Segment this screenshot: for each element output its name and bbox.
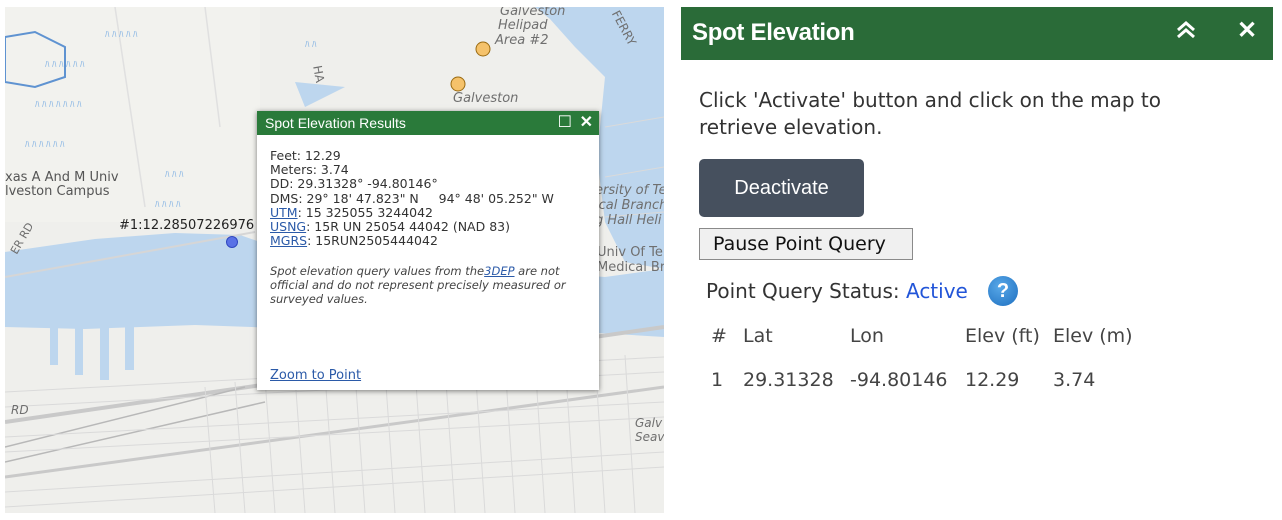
- map-label: Galveston: [453, 91, 519, 106]
- panel-header: Spot Elevation ✕: [681, 7, 1273, 60]
- column-header: Elev (m): [1053, 325, 1133, 347]
- popup-header: Spot Elevation Results ☐ ✕: [257, 111, 599, 135]
- close-icon[interactable]: ✕: [580, 111, 593, 135]
- map-label: xas A And M Univ: [5, 170, 119, 185]
- svg-text:ﾊ ﾊ ﾊ ﾊ ﾊ ﾊ ﾊ: ﾊ ﾊ ﾊ ﾊ ﾊ ﾊ ﾊ: [35, 99, 82, 109]
- mgrs-link[interactable]: MGRS: [270, 233, 307, 248]
- map-label: Helipad: [498, 18, 548, 33]
- utm-row: UTM: 15 325055 3244042: [270, 204, 587, 220]
- map-label: HA: [310, 64, 328, 84]
- svg-text:ﾊ ﾊ ﾊ ﾊ ﾊ ﾊ: ﾊ ﾊ ﾊ ﾊ ﾊ ﾊ: [25, 139, 65, 149]
- usng-value: : 15R UN 25054 44042 (NAD 83): [306, 219, 510, 235]
- popup-title: Spot Elevation Results: [265, 115, 406, 131]
- point-query-status: Point Query Status: Active: [706, 279, 968, 303]
- svg-text:ﾊ ﾊ ﾊ: ﾊ ﾊ ﾊ: [165, 169, 184, 179]
- column-header: Elev (ft): [965, 325, 1040, 347]
- utm-link[interactable]: UTM: [270, 205, 298, 220]
- maximize-icon[interactable]: ☐: [558, 111, 572, 135]
- map-view[interactable]: ﾊ ﾊ ﾊ ﾊ ﾊ ﾊ ﾊ ﾊ ﾊ ﾊ ﾊ ﾊ ﾊ ﾊ ﾊ ﾊ ﾊ ﾊ ﾊ ﾊ …: [5, 7, 664, 513]
- map-label: g Hall Heli: [595, 213, 662, 228]
- table-cell: 12.29: [965, 369, 1020, 391]
- table-cell: 3.74: [1053, 369, 1096, 391]
- column-header: Lat: [743, 325, 773, 347]
- map-label: Univ Of Te: [597, 245, 663, 260]
- svg-text:ﾊ ﾊ ﾊ ﾊ ﾊ ﾊ: ﾊ ﾊ ﾊ ﾊ ﾊ ﾊ: [45, 59, 85, 69]
- map-label: ical Branch: [595, 198, 664, 213]
- map-label: ersity of Te: [595, 183, 664, 198]
- instructions: Click 'Activate' button and click on the…: [699, 88, 1162, 139]
- point-label: #1:12.28507226976: [119, 218, 255, 233]
- close-icon[interactable]: ✕: [1237, 16, 1257, 45]
- status-value: Active: [905, 279, 968, 303]
- mgrs-row: MGRS: 15RUN2505444042: [270, 234, 587, 248]
- svg-text:ﾊ ﾊ ﾊ ﾊ ﾊ: ﾊ ﾊ ﾊ ﾊ ﾊ: [105, 29, 138, 39]
- map-label: Seav: [635, 430, 664, 444]
- map-label: lveston Campus: [5, 184, 110, 199]
- query-point-marker[interactable]: [226, 236, 238, 248]
- pause-point-query-button[interactable]: Pause Point Query: [699, 228, 913, 260]
- map-label: Area #2: [495, 33, 549, 48]
- help-icon[interactable]: ?: [988, 276, 1018, 306]
- 3dep-link[interactable]: 3DEP: [484, 264, 514, 278]
- map-label: Medical Bra: [597, 260, 664, 275]
- disclaimer: Spot elevation query values from the3DEP…: [270, 264, 587, 306]
- table-cell: -94.80146: [850, 369, 948, 391]
- map-label: RD: [11, 403, 29, 417]
- zoom-to-point-link[interactable]: Zoom to Point: [270, 368, 361, 383]
- column-header: Lon: [850, 325, 884, 347]
- mgrs-value: : 15RUN2505444042: [307, 233, 438, 249]
- popup-body: Feet: 12.29 Meters: 3.74 DD: 29.31328° -…: [257, 135, 599, 306]
- disclaimer-text: Spot elevation query values from the: [270, 264, 485, 279]
- usng-row: USNG: 15R UN 25054 44042 (NAD 83): [270, 219, 587, 235]
- svg-text:ﾊ ﾊ ﾊ ﾊ: ﾊ ﾊ ﾊ ﾊ: [155, 199, 181, 209]
- panel-title: Spot Elevation: [692, 19, 855, 46]
- spot-elevation-panel: Spot Elevation ✕ Click 'Activate' button…: [681, 7, 1273, 513]
- usng-link[interactable]: USNG: [270, 219, 306, 234]
- svg-text:ﾊ ﾊ: ﾊ ﾊ: [305, 39, 317, 49]
- status-label: Point Query Status:: [706, 279, 900, 303]
- collapse-icon[interactable]: [1175, 18, 1197, 49]
- utm-value: : 15 325055 3244042: [297, 204, 434, 220]
- column-header: #: [711, 325, 727, 347]
- spot-elevation-results-popup: Spot Elevation Results ☐ ✕ Feet: 12.29 M…: [257, 111, 599, 390]
- dms-value: DMS: 29° 18' 47.823" N 94° 48' 05.252" W: [270, 190, 554, 206]
- meters-value: Meters: 3.74: [270, 162, 349, 178]
- table-cell: 1: [711, 369, 724, 391]
- map-label: Galv: [635, 416, 663, 430]
- feet-value: Feet: 12.29: [270, 148, 341, 163]
- deactivate-button[interactable]: Deactivate: [699, 159, 864, 217]
- table-cell: 29.31328: [743, 369, 834, 391]
- dd-value: DD: 29.31328° -94.80146°: [270, 176, 438, 192]
